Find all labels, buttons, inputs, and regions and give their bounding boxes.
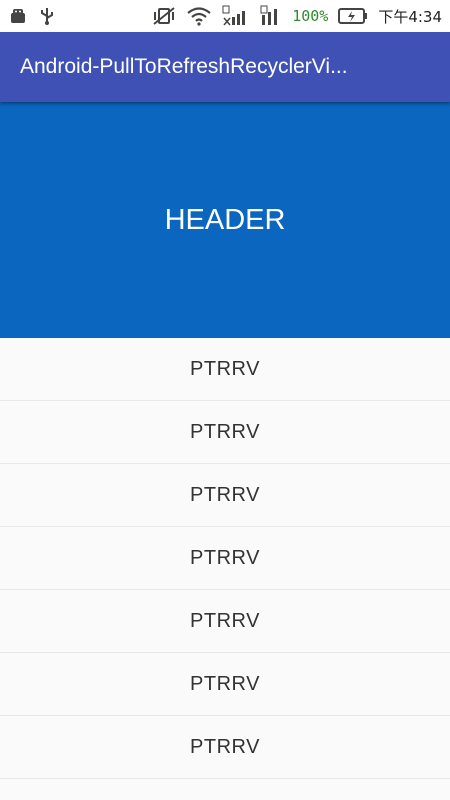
status-left-icons [8, 6, 56, 26]
wifi-icon [186, 6, 212, 26]
sim2-signal-icon [260, 5, 282, 27]
list-item-label: PTRRV [190, 672, 260, 695]
list-item-label: PTRRV [190, 357, 260, 380]
status-bar: 100% 下午4:34 [0, 0, 450, 32]
battery-percent: 100% [292, 7, 329, 25]
recycler-header: HEADER [0, 102, 450, 338]
usb-icon [38, 6, 56, 26]
list-item-label: PTRRV [190, 609, 260, 632]
list-item[interactable]: PTRRV [0, 464, 450, 527]
sim1-signal-icon [222, 5, 250, 27]
toolbar-title: Android-PullToRefreshRecyclerVi... [20, 55, 348, 78]
battery-icon [338, 7, 368, 25]
android-debug-icon [8, 6, 28, 26]
list-item[interactable]: PTRRV [0, 653, 450, 716]
list-item-label: PTRRV [190, 735, 260, 758]
list-item[interactable]: PTRRV [0, 716, 450, 779]
list-item-label: PTRRV [190, 483, 260, 506]
list-item-label: PTRRV [190, 546, 260, 569]
clock: 下午4:34 [378, 7, 442, 26]
recycler-list[interactable]: PTRRV PTRRV PTRRV PTRRV PTRRV PTRRV PTRR… [0, 338, 450, 779]
list-item[interactable]: PTRRV [0, 401, 450, 464]
header-text: HEADER [164, 203, 286, 236]
app-toolbar: Android-PullToRefreshRecyclerVi... [0, 32, 450, 102]
vibrate-off-icon [152, 6, 176, 26]
list-item[interactable]: PTRRV [0, 527, 450, 590]
list-item-label: PTRRV [190, 420, 260, 443]
status-right-icons: 100% 下午4:34 [152, 5, 442, 27]
list-item[interactable]: PTRRV [0, 338, 450, 401]
list-item[interactable]: PTRRV [0, 590, 450, 653]
